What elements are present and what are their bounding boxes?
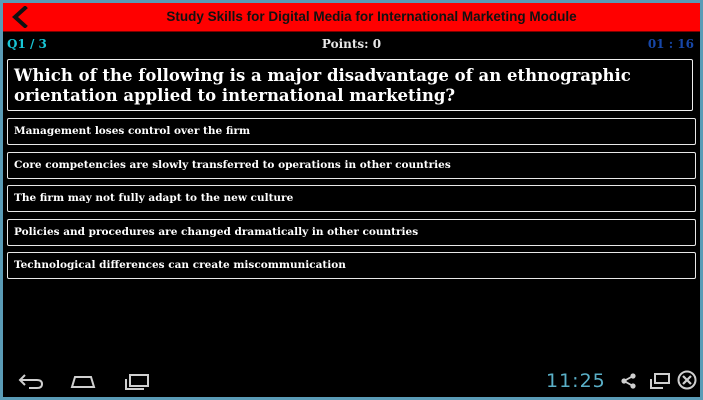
answer-option-2[interactable]: Core competencies are slowly transferred… [7,151,696,179]
share-icon[interactable] [620,372,638,390]
answer-option-4[interactable]: Policies and procedures are changed dram… [7,218,696,246]
timer: 01 : 16 [647,37,694,51]
answer-list: Management loses control over the firm C… [7,118,696,286]
question-box: Which of the following is a major disadv… [7,59,693,111]
recent-apps-icon[interactable] [123,371,151,391]
app-title: Study Skills for Digital Media for Inter… [166,9,577,24]
answer-option-5[interactable]: Technological differences can create mis… [7,252,696,279]
answer-option-3[interactable]: The firm may not fully adapt to the new … [7,185,696,212]
points-display: Points: 0 [321,37,382,51]
status-row: Q1 / 3 Points: 0 01 : 16 [3,34,700,54]
question-text: Which of the following is a major disadv… [14,66,631,105]
back-button[interactable] [7,5,33,29]
app-frame: Study Skills for Digital Media for Inter… [3,3,700,397]
back-icon[interactable] [17,372,45,390]
system-navbar: 11:25 [3,366,700,397]
title-bar: Study Skills for Digital Media for Inter… [3,3,700,32]
clock: 11:25 [546,370,606,392]
chevron-left-icon [12,6,28,28]
answer-option-1[interactable]: Management loses control over the firm [7,118,696,145]
close-icon[interactable] [677,370,697,390]
window-icon[interactable] [649,372,671,390]
home-icon[interactable] [69,371,97,391]
